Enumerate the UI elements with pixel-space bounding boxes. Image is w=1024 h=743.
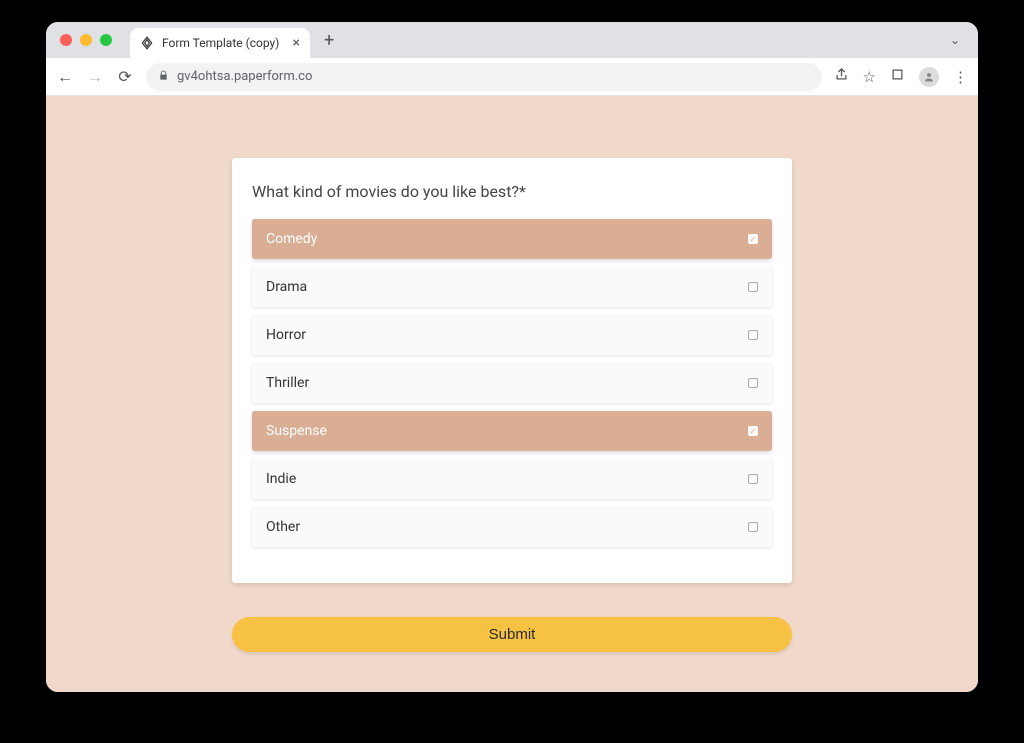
option-drama[interactable]: Drama xyxy=(252,267,772,307)
option-label: Comedy xyxy=(266,231,317,247)
reload-button[interactable]: ⟳ xyxy=(116,67,134,86)
checkbox-icon xyxy=(748,522,758,532)
option-label: Thriller xyxy=(266,375,309,391)
address-bar: ← → ⟳ gv4ohtsa.paperform.co ☆ ⋮ xyxy=(46,58,978,96)
checkbox-icon xyxy=(748,474,758,484)
page-content: What kind of movies do you like best?* C… xyxy=(46,96,978,692)
checkbox-icon: ✓ xyxy=(748,234,758,244)
window-close-button[interactable] xyxy=(60,34,72,46)
option-indie[interactable]: Indie xyxy=(252,459,772,499)
question-text: What kind of movies do you like best?* xyxy=(252,182,772,201)
tab-title: Form Template (copy) xyxy=(162,36,279,50)
checkbox-icon xyxy=(748,330,758,340)
url-text: gv4ohtsa.paperform.co xyxy=(177,69,312,84)
tab-favicon xyxy=(140,36,154,50)
checkbox-icon: ✓ xyxy=(748,426,758,436)
extensions-icon[interactable] xyxy=(890,67,905,86)
form-card: What kind of movies do you like best?* C… xyxy=(232,158,792,583)
option-label: Horror xyxy=(266,327,306,343)
toolbar-right: ☆ ⋮ xyxy=(834,67,968,87)
option-label: Other xyxy=(266,519,300,535)
url-input[interactable]: gv4ohtsa.paperform.co xyxy=(146,63,822,91)
option-horror[interactable]: Horror xyxy=(252,315,772,355)
option-thriller[interactable]: Thriller xyxy=(252,363,772,403)
browser-window: Form Template (copy) × + ⌄ ← → ⟳ gv4ohts… xyxy=(46,22,978,692)
share-icon[interactable] xyxy=(834,67,849,86)
option-label: Drama xyxy=(266,279,307,295)
window-minimize-button[interactable] xyxy=(80,34,92,46)
lock-icon xyxy=(158,70,169,84)
browser-tab[interactable]: Form Template (copy) × xyxy=(130,28,310,58)
options-list: Comedy ✓ Drama Horror Thriller Suspense ✓ Indie… xyxy=(252,219,772,547)
submit-button[interactable]: Submit xyxy=(232,617,792,652)
checkbox-icon xyxy=(748,282,758,292)
window-fullscreen-button[interactable] xyxy=(100,34,112,46)
checkbox-icon xyxy=(748,378,758,388)
new-tab-button[interactable]: + xyxy=(318,30,340,51)
option-other[interactable]: Other xyxy=(252,507,772,547)
profile-avatar[interactable] xyxy=(919,67,939,87)
title-bar: Form Template (copy) × + ⌄ xyxy=(46,22,978,58)
option-label: Suspense xyxy=(266,423,327,439)
traffic-lights xyxy=(60,34,112,46)
back-button[interactable]: ← xyxy=(56,67,74,87)
bookmark-icon[interactable]: ☆ xyxy=(863,68,876,86)
tabs-overflow-icon[interactable]: ⌄ xyxy=(950,33,964,47)
tab-close-icon[interactable]: × xyxy=(293,35,300,51)
option-comedy[interactable]: Comedy ✓ xyxy=(252,219,772,259)
option-suspense[interactable]: Suspense ✓ xyxy=(252,411,772,451)
menu-icon[interactable]: ⋮ xyxy=(953,68,968,86)
forward-button[interactable]: → xyxy=(86,67,104,87)
option-label: Indie xyxy=(266,471,296,487)
